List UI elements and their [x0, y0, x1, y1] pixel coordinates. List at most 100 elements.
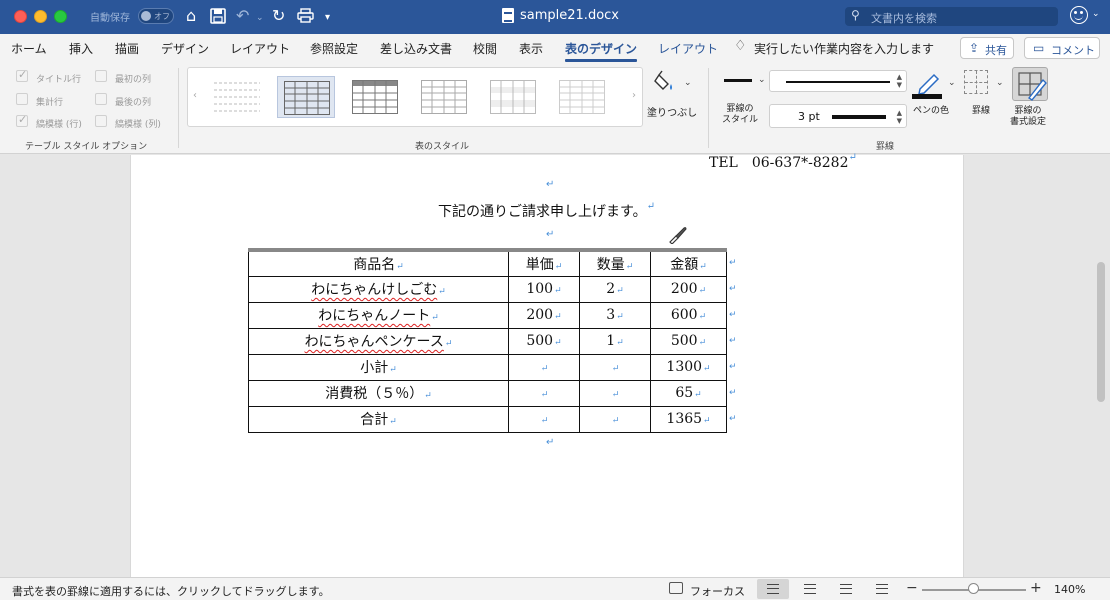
- minimize-window-button[interactable]: [34, 10, 47, 23]
- shading-dropdown-icon[interactable]: ⌄: [684, 78, 692, 88]
- tab-table-layout[interactable]: レイアウト: [658, 40, 718, 57]
- autosave-toggle[interactable]: オフ: [138, 8, 174, 24]
- table-cell[interactable]: わにちゃんノート↵: [248, 301, 509, 329]
- banded-rows-checkbox[interactable]: [16, 113, 28, 127]
- web-layout-view-button[interactable]: [794, 579, 826, 599]
- tab-design[interactable]: デザイン: [161, 40, 209, 57]
- table-cell[interactable]: 小計↵: [248, 353, 509, 381]
- table-style-gallery[interactable]: ‹ ›: [187, 67, 643, 127]
- table-cell[interactable]: ↵: [508, 353, 580, 381]
- focus-mode-button[interactable]: フォーカス: [690, 583, 745, 599]
- zoom-slider-handle[interactable]: [968, 583, 979, 594]
- table-cell[interactable]: ↵: [579, 405, 651, 433]
- table-cell[interactable]: 500↵: [508, 327, 580, 355]
- tell-me-input[interactable]: 実行したい作業内容を入力します: [754, 40, 934, 57]
- home-icon[interactable]: ⌂: [186, 6, 196, 26]
- save-icon[interactable]: [210, 8, 226, 29]
- tab-home[interactable]: ホーム: [11, 40, 47, 57]
- table-cell[interactable]: ↵: [579, 379, 651, 407]
- table-cell[interactable]: 500↵: [650, 327, 727, 355]
- draft-view-button[interactable]: [866, 579, 898, 599]
- borders-icon[interactable]: [964, 70, 988, 94]
- zoom-level[interactable]: 140%: [1054, 583, 1085, 596]
- table-cell[interactable]: 消費税（５％）↵: [248, 379, 509, 407]
- table-cell[interactable]: わにちゃんけしごむ↵: [248, 275, 509, 303]
- tab-references[interactable]: 参照設定: [310, 40, 358, 57]
- pen-color-button[interactable]: [912, 69, 944, 99]
- zoom-in-button[interactable]: +: [1030, 580, 1042, 596]
- table-cell[interactable]: 合計↵: [248, 405, 509, 433]
- close-window-button[interactable]: [14, 10, 27, 23]
- table-cell[interactable]: 金額↵: [650, 248, 727, 277]
- gallery-next-icon[interactable]: ›: [632, 90, 636, 101]
- undo-dropdown-icon[interactable]: ⌄: [256, 8, 264, 28]
- shading-bucket-icon[interactable]: [652, 69, 678, 95]
- total-row-checkbox[interactable]: [16, 93, 28, 105]
- tab-insert[interactable]: 挿入: [69, 40, 93, 57]
- outline-view-button[interactable]: [830, 579, 862, 599]
- tab-layout[interactable]: レイアウト: [230, 40, 290, 57]
- header-row-checkbox[interactable]: [16, 68, 28, 82]
- focus-icon[interactable]: [669, 582, 683, 594]
- last-column-checkbox[interactable]: [95, 93, 107, 105]
- paragraph-mark-icon: ↵: [546, 179, 555, 190]
- print-layout-view-button[interactable]: [757, 579, 789, 599]
- line-weight-select[interactable]: 3 pt ▲ ▼: [769, 104, 907, 128]
- table-cell[interactable]: 2↵: [579, 275, 651, 303]
- table-cell[interactable]: ↵: [579, 353, 651, 381]
- search-input[interactable]: ⚲ 文書内を検索: [845, 7, 1058, 26]
- zoom-window-button[interactable]: [54, 10, 67, 23]
- word-document-icon: [502, 8, 514, 23]
- tab-review[interactable]: 校閲: [473, 40, 497, 57]
- pen-color-dropdown-icon[interactable]: ⌄: [948, 78, 956, 88]
- banded-columns-label: 縞模様 (列): [115, 120, 161, 130]
- customize-toolbar-icon[interactable]: ▾: [325, 8, 330, 28]
- table-cell[interactable]: 200↵: [508, 301, 580, 329]
- tab-view[interactable]: 表示: [519, 40, 543, 57]
- tel-line: TEL 06-637*-8282 ↵: [709, 152, 857, 172]
- feedback-dropdown-icon[interactable]: ⌄: [1092, 9, 1100, 19]
- share-button[interactable]: ⇪ 共有: [960, 37, 1014, 59]
- vertical-scrollbar[interactable]: [1097, 262, 1105, 402]
- redo-icon[interactable]: ↻: [272, 6, 285, 26]
- table-cell[interactable]: 1300↵: [650, 353, 727, 381]
- table-cell[interactable]: 3↵: [579, 301, 651, 329]
- table-cell[interactable]: 1365↵: [650, 405, 727, 433]
- table-cell[interactable]: 65↵: [650, 379, 727, 407]
- table-cell[interactable]: 600↵: [650, 301, 727, 329]
- table-cell[interactable]: ↵: [508, 379, 580, 407]
- undo-icon[interactable]: ↶: [236, 6, 249, 26]
- table-cell[interactable]: 1↵: [579, 327, 651, 355]
- table-style-light-list[interactable]: [553, 76, 611, 118]
- table-style-grid-selected[interactable]: [277, 76, 335, 118]
- ribbon-divider: [708, 68, 709, 148]
- first-column-checkbox[interactable]: [95, 70, 107, 82]
- table-style-grid-light[interactable]: [415, 76, 473, 118]
- table-cell[interactable]: 数量↵: [579, 248, 651, 277]
- zoom-out-button[interactable]: −: [906, 580, 918, 596]
- tab-draw[interactable]: 描画: [115, 40, 139, 57]
- line-style-select[interactable]: ▲ ▼: [769, 70, 907, 92]
- table-style-plain[interactable]: [208, 76, 266, 118]
- border-styles-button[interactable]: ⌄: [720, 70, 766, 92]
- invoice-table[interactable]: 商品名↵ 単価↵ 数量↵ 金額↵ わにちゃんけしごむ↵ 100↵ 2↵ 200↵…: [248, 248, 727, 433]
- tab-table-design[interactable]: 表のデザイン: [565, 40, 638, 62]
- line-style-sample: [724, 79, 752, 82]
- tab-mailings[interactable]: 差し込み文書: [380, 40, 452, 57]
- border-painter-button[interactable]: [1012, 67, 1048, 101]
- table-cell[interactable]: 100↵: [508, 275, 580, 303]
- table-styles-group-label: 表のスタイル: [415, 142, 470, 152]
- feedback-smiley-icon[interactable]: [1070, 6, 1088, 24]
- gallery-prev-icon[interactable]: ‹: [193, 90, 197, 101]
- banded-columns-checkbox[interactable]: [95, 115, 107, 127]
- table-style-banded[interactable]: [484, 76, 542, 118]
- table-cell[interactable]: ↵: [508, 405, 580, 433]
- table-cell[interactable]: 商品名↵: [248, 248, 509, 277]
- borders-dropdown-icon[interactable]: ⌄: [996, 78, 1004, 88]
- print-icon[interactable]: [297, 8, 314, 28]
- comments-button[interactable]: ▭ コメント: [1024, 37, 1100, 59]
- table-cell[interactable]: 単価↵: [508, 248, 580, 277]
- table-style-grid-dark[interactable]: [346, 76, 404, 118]
- table-cell[interactable]: わにちゃんペンケース↵: [248, 327, 509, 355]
- table-cell[interactable]: 200↵: [650, 275, 727, 303]
